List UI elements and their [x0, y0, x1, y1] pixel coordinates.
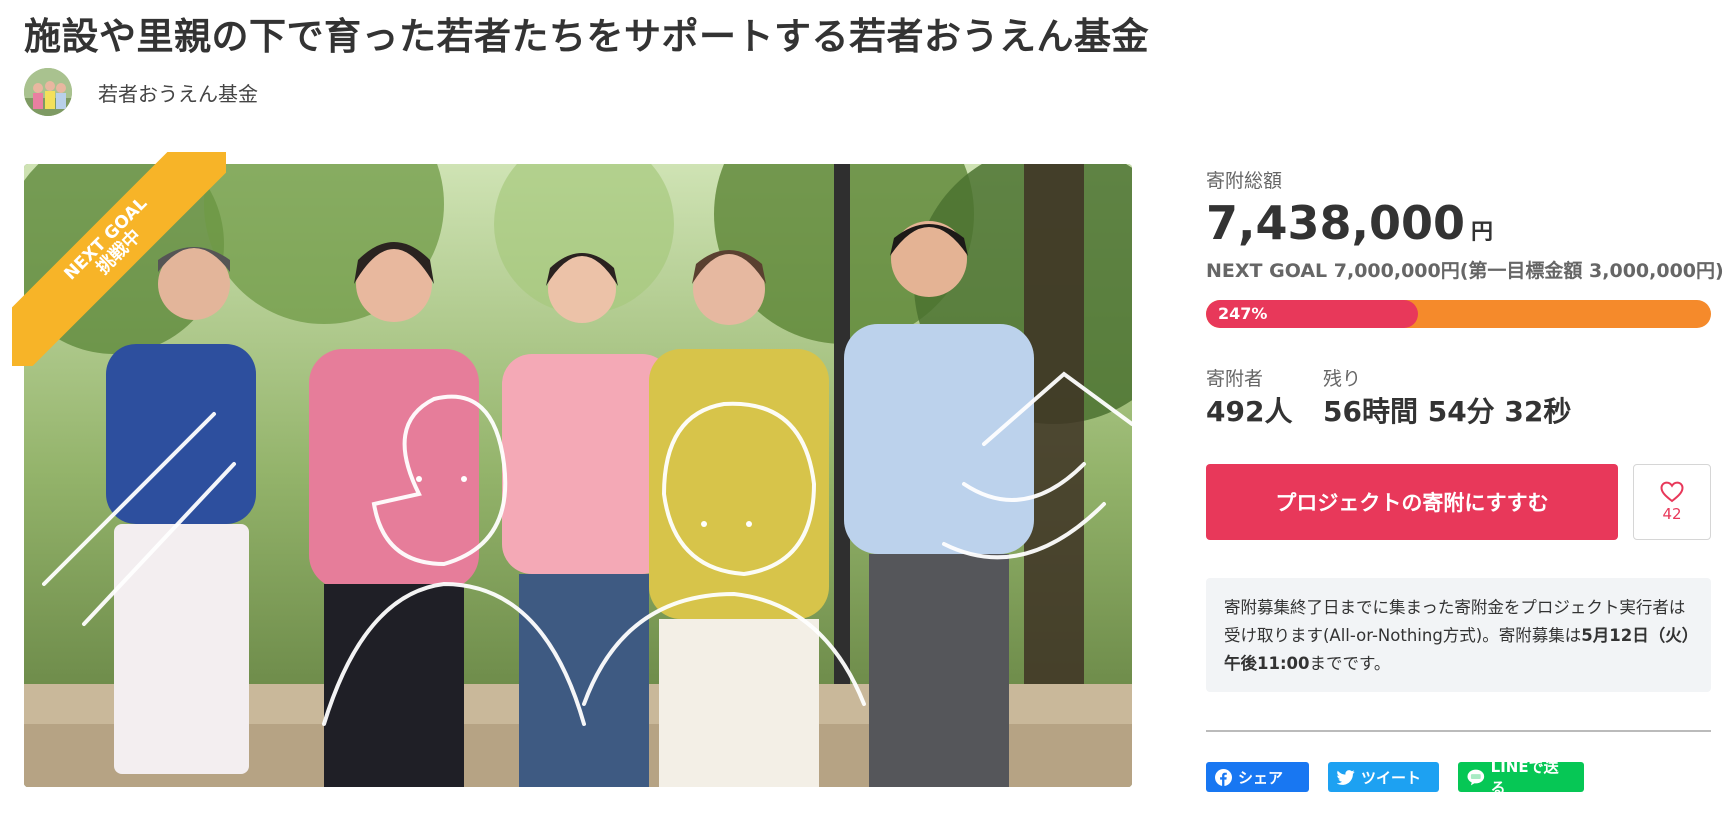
- donors-count: 492人: [1206, 395, 1293, 428]
- line-share-button[interactable]: LINEで送る: [1458, 758, 1584, 797]
- project-hero-image: [24, 164, 1132, 787]
- heart-icon: [1660, 481, 1684, 503]
- facebook-share-button[interactable]: シェア: [1206, 762, 1309, 792]
- remaining-time: 56時間 54分 32秒: [1323, 395, 1572, 428]
- progress-percent: 247%: [1218, 304, 1268, 323]
- page-title: 施設や里親の下で育った若者たちをサポートする若者おうえん基金: [24, 15, 1149, 58]
- avatar[interactable]: [24, 68, 72, 116]
- project-owner[interactable]: 若者おうえん基金: [24, 68, 258, 116]
- progress-bar: 247%: [1206, 300, 1711, 328]
- divider: [1206, 730, 1711, 732]
- total-amount: 7,438,000 円: [1206, 196, 1493, 250]
- total-label: 寄附総額: [1206, 170, 1283, 192]
- all-or-nothing-notice: 寄附募集終了日までに集まった寄附金をプロジェクト実行者は受け取ります(All-o…: [1206, 578, 1711, 692]
- twitter-icon: [1337, 769, 1355, 785]
- twitter-share-label: ツイート: [1361, 768, 1422, 787]
- line-share-label: LINEで送る: [1490, 758, 1559, 797]
- donate-button[interactable]: プロジェクトの寄附にすすむ: [1206, 464, 1618, 540]
- notice-text-end: までです。: [1309, 654, 1391, 673]
- facebook-icon: [1215, 768, 1232, 786]
- owner-name[interactable]: 若者おうえん基金: [98, 78, 258, 107]
- total-amount-value: 7,438,000: [1206, 196, 1465, 250]
- favorite-count: 42: [1662, 505, 1682, 523]
- next-goal-text: NEXT GOAL 7,000,000円(第一目標金額 3,000,000円): [1206, 260, 1724, 282]
- facebook-share-label: シェア: [1238, 768, 1284, 787]
- remaining-label: 残り: [1323, 368, 1362, 390]
- donors-label: 寄附者: [1206, 368, 1264, 390]
- total-amount-unit: 円: [1471, 220, 1494, 245]
- favorite-button[interactable]: 42: [1633, 464, 1711, 540]
- line-icon: [1467, 769, 1485, 785]
- twitter-share-button[interactable]: ツイート: [1328, 762, 1439, 792]
